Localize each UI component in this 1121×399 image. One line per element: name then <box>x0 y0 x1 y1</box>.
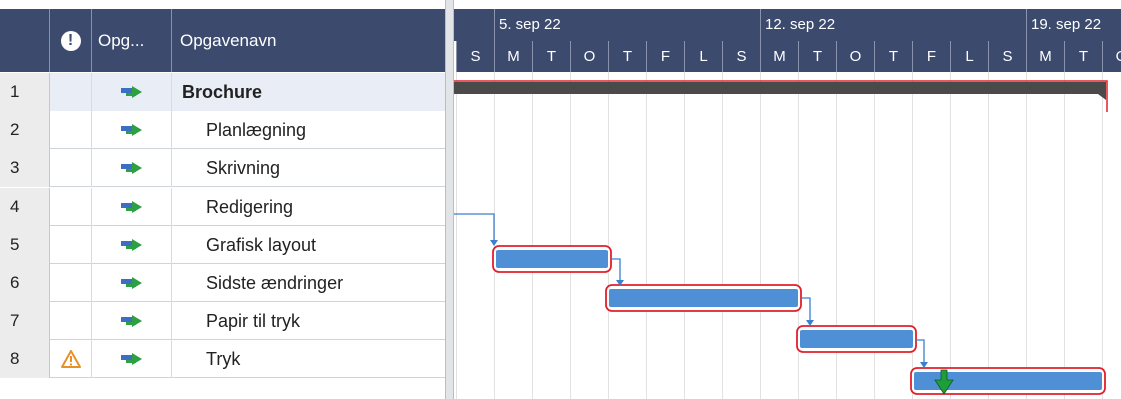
task-mode-cell[interactable] <box>92 302 172 341</box>
link-redigering-grafisk[interactable] <box>454 213 495 240</box>
task-name-cell[interactable]: Planlægning <box>172 111 445 149</box>
gantt-chart: 5. sep 22 12. sep 22 19. sep 22 S M T O T F L S M T O… <box>454 0 1121 399</box>
link-grafisk-sidste[interactable] <box>611 258 621 280</box>
task-row[interactable]: 5 Grafisk layout <box>0 225 445 264</box>
row-number[interactable]: 8 <box>0 340 50 379</box>
task-row[interactable]: 6 Sidste ændringer <box>0 264 445 302</box>
auto-scheduled-task-icon <box>120 314 144 328</box>
indicator-cell[interactable] <box>50 302 92 341</box>
auto-scheduled-task-icon <box>120 85 144 99</box>
indicator-cell[interactable] <box>50 264 92 302</box>
row-number[interactable]: 1 <box>0 73 50 111</box>
indicator-cell[interactable] <box>50 187 92 226</box>
summary-bar-brochure[interactable] <box>454 82 1106 100</box>
indicators-column-header[interactable]: ! <box>50 9 92 72</box>
row-number[interactable]: 3 <box>0 149 50 188</box>
task-grid: ! Opg... Opgavenavn 1 Brochure 2 Planlægnin… <box>0 0 445 399</box>
task-mode-cell[interactable] <box>92 111 172 150</box>
warning-triangle-icon[interactable] <box>60 350 81 369</box>
gantt-bars <box>454 80 1108 395</box>
task-mode-cell[interactable] <box>92 340 172 379</box>
task-name-cell[interactable]: Skrivning <box>172 149 445 187</box>
task-row[interactable]: 1 Brochure <box>0 73 445 111</box>
task-name-cell[interactable]: Redigering <box>172 188 445 226</box>
indicator-cell[interactable] <box>50 225 92 264</box>
indicator-cell[interactable] <box>50 340 92 379</box>
task-mode-cell[interactable] <box>92 264 172 302</box>
indicator-cell[interactable] <box>50 73 92 111</box>
auto-scheduled-task-icon <box>120 276 144 290</box>
task-name-column-header[interactable]: Opgavenavn <box>172 9 445 72</box>
task-name-cell[interactable]: Brochure <box>172 73 445 111</box>
auto-scheduled-task-icon <box>120 123 144 137</box>
task-mode-cell[interactable] <box>92 73 172 111</box>
row-number[interactable]: 4 <box>0 187 50 226</box>
indicators-icon: ! <box>60 30 81 51</box>
task-bar-sidste-aendringer[interactable] <box>609 289 798 307</box>
select-all-corner[interactable] <box>0 9 50 72</box>
task-mode-column-header[interactable]: Opg... <box>92 9 172 72</box>
auto-scheduled-task-icon <box>120 200 144 214</box>
link-sidste-papir[interactable] <box>801 297 811 320</box>
row-number[interactable]: 6 <box>0 264 50 302</box>
task-row[interactable]: 3 Skrivning <box>0 149 445 188</box>
indicator-cell[interactable] <box>50 111 92 150</box>
task-mode-cell[interactable] <box>92 149 172 188</box>
task-bar-grafisk-layout[interactable] <box>496 250 608 268</box>
auto-scheduled-task-icon <box>120 352 144 366</box>
task-name-cell[interactable]: Tryk <box>172 340 445 378</box>
indicator-cell[interactable] <box>50 149 92 188</box>
task-name-cell[interactable]: Sidste ændringer <box>172 264 445 302</box>
task-mode-cell[interactable] <box>92 187 172 226</box>
task-row[interactable]: 4 Redigering <box>0 187 445 226</box>
auto-scheduled-task-icon <box>120 238 144 252</box>
split-divider[interactable] <box>445 0 454 399</box>
auto-scheduled-task-icon <box>120 161 144 175</box>
row-number[interactable]: 2 <box>0 111 50 150</box>
link-papir-tryk[interactable] <box>916 339 925 362</box>
task-name-cell[interactable]: Papir til tryk <box>172 302 445 340</box>
task-mode-cell[interactable] <box>92 225 172 264</box>
task-name-cell[interactable]: Grafisk layout <box>172 226 445 264</box>
row-number[interactable]: 5 <box>0 225 50 264</box>
task-row[interactable]: 7 Papir til tryk <box>0 302 445 341</box>
link-arrow-1[interactable] <box>490 240 498 246</box>
task-row[interactable]: 8 Tryk <box>0 340 445 379</box>
row-number[interactable]: 7 <box>0 302 50 341</box>
task-bar-papir-til-tryk[interactable] <box>800 330 913 348</box>
task-row[interactable]: 2 Planlægning <box>0 111 445 150</box>
